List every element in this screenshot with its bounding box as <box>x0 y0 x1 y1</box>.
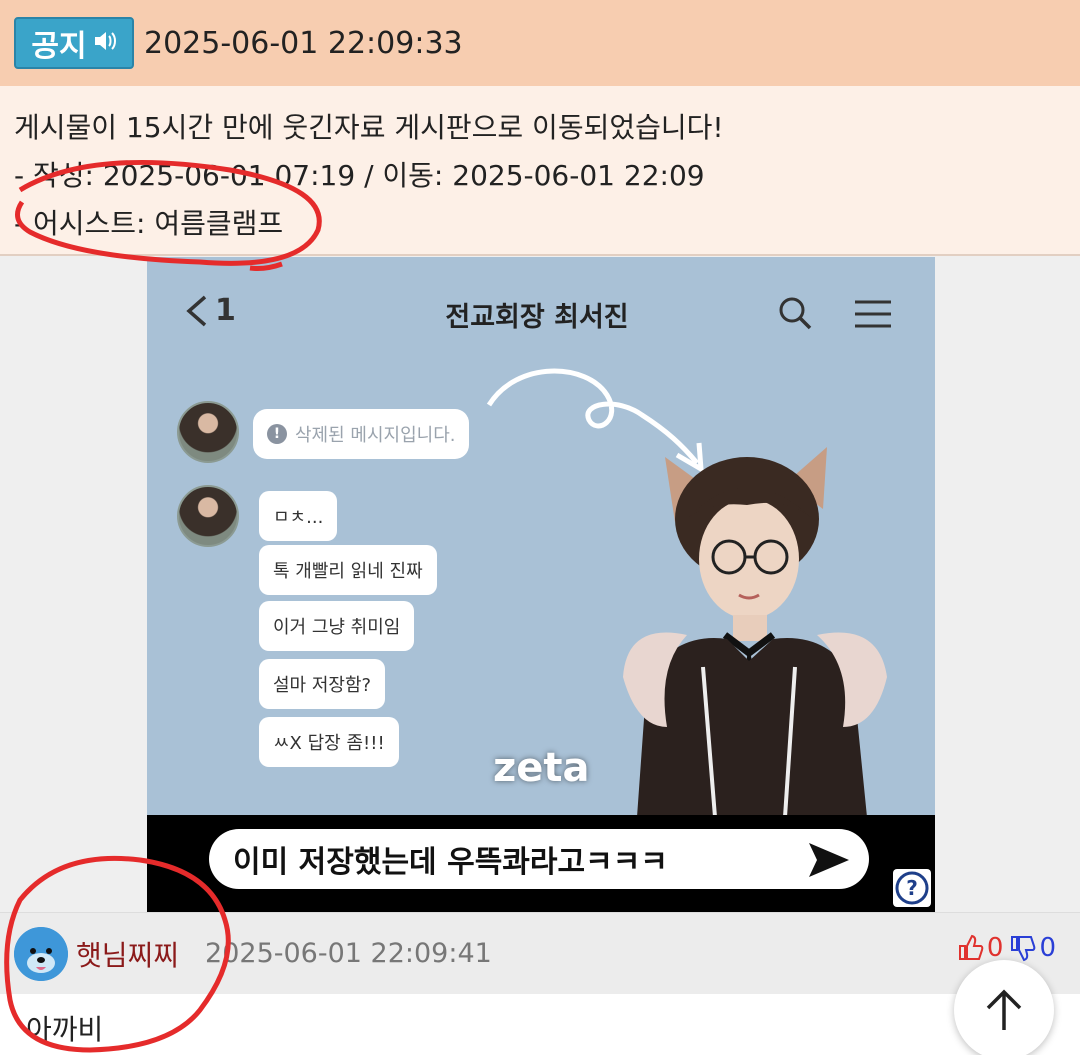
comment-avatar[interactable] <box>14 926 68 981</box>
menu-icon <box>855 300 891 328</box>
chat-nav-bar: 1 전교회장 최서진 <box>147 257 935 367</box>
post-image[interactable]: 1 전교회장 최서진 ! 삭제된 메시지입니다. ㅁㅊ... 톡 개빨리 읽네 … <box>147 257 935 912</box>
downvote-count: 0 <box>1039 933 1056 963</box>
message-bubble: 설마 저장함? <box>259 659 386 709</box>
comment-timestamp: 2025-06-01 22:09:41 <box>205 938 492 969</box>
notice-timestamp: 2025-06-01 22:09:33 <box>144 25 463 61</box>
downvote-button[interactable]: 0 <box>1009 933 1056 963</box>
seal-avatar-icon <box>14 926 68 981</box>
message-bubble: 이거 그냥 취미임 <box>259 601 415 651</box>
notice-badge-label: 공지 <box>31 29 87 64</box>
upvote-button[interactable]: 0 <box>957 933 1004 963</box>
send-icon <box>809 843 849 877</box>
deleted-message-bubble: ! 삭제된 메시지입니다. <box>253 409 470 459</box>
post-page: 공지 2025-06-01 22:09:33 게시물이 15시간 만에 웃긴자료… <box>0 0 1080 1055</box>
notice-line-moved: 게시물이 15시간 만에 웃긴자료 게시판으로 이동되었습니다! <box>14 111 724 144</box>
notice-badge: 공지 <box>14 17 134 69</box>
comment-header: 햇님찌찌 2025-06-01 22:09:41 0 0 <box>0 912 1080 994</box>
comment-author[interactable]: 햇님찌찌 <box>76 934 179 974</box>
character-illustration <box>623 447 887 817</box>
thumbs-down-icon <box>1011 936 1036 962</box>
sender-avatar <box>177 485 239 547</box>
comment-votes: 0 0 <box>957 933 1056 963</box>
notice-line-assist: - 어시스트: 여름클램프 <box>14 207 284 240</box>
message-bubble: ㅁㅊ... <box>259 491 338 541</box>
chat-input-text: 이미 저장했는데 우뜩콰라고ㅋㅋㅋ <box>233 845 668 880</box>
chat-input-field: 이미 저장했는데 우뜩콰라고ㅋㅋㅋ <box>209 829 869 889</box>
help-icon-glyph: ? <box>906 876 918 900</box>
notice-header: 공지 2025-06-01 22:09:33 <box>0 0 1080 86</box>
comment-text: 아까비 <box>0 994 1080 1055</box>
arrow-up-icon <box>986 989 1022 1030</box>
help-icon[interactable]: ? <box>893 869 931 907</box>
search-icon <box>779 297 812 330</box>
zeta-watermark: zeta <box>493 745 590 791</box>
chat-input-bar: 이미 저장했는데 우뜩콰라고ㅋㅋㅋ <box>147 815 935 912</box>
info-icon: ! <box>267 424 287 444</box>
notice-line-dates: - 작성: 2025-06-01 07:19 / 이동: 2025-06-01 … <box>14 159 705 192</box>
speaker-icon <box>93 28 117 59</box>
notice-body: 게시물이 15시간 만에 웃긴자료 게시판으로 이동되었습니다! - 작성: 2… <box>0 86 1080 256</box>
sender-avatar <box>177 401 239 463</box>
scroll-to-top-button[interactable] <box>954 960 1054 1055</box>
chat-title: 전교회장 최서진 <box>445 302 629 333</box>
upvote-count: 0 <box>986 933 1004 963</box>
thumbs-up-icon <box>958 934 984 960</box>
message-bubble: ㅆX 답장 좀!!! <box>259 717 399 767</box>
deleted-message-text: 삭제된 메시지입니다. <box>295 425 456 446</box>
message-bubble: 톡 개빨리 읽네 진짜 <box>259 545 437 595</box>
